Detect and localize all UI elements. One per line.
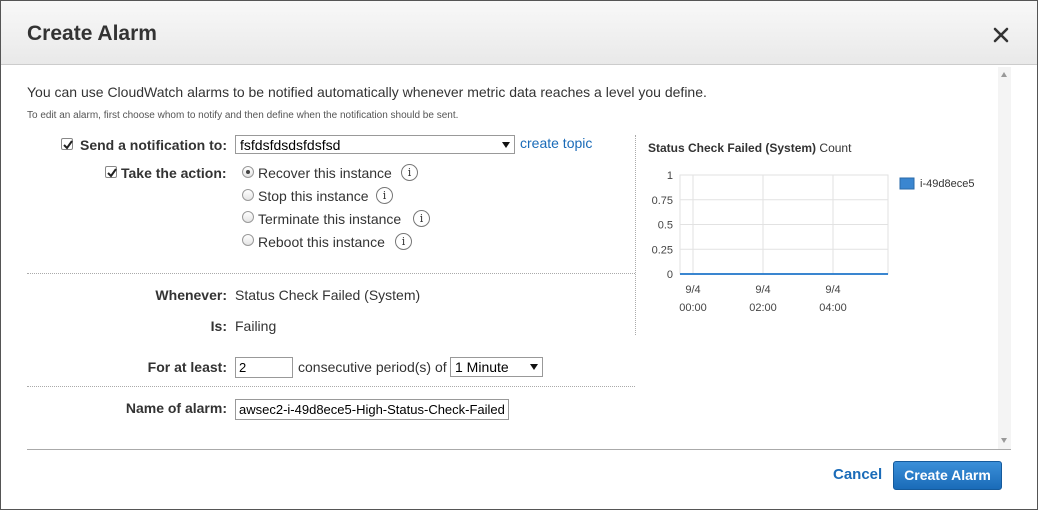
scroll-up-arrow-icon[interactable] <box>1001 72 1007 77</box>
radio-recover[interactable] <box>242 166 254 178</box>
create-alarm-dialog: Create Alarm You can use CloudWatch alar… <box>0 0 1038 510</box>
checkmark-icon <box>107 168 117 178</box>
y-tick-label: 0.75 <box>652 195 673 207</box>
reboot-info-icon[interactable]: i <box>395 233 412 250</box>
notification-label: Send a notification to: <box>80 137 227 153</box>
is-value: Failing <box>235 318 277 334</box>
radio-terminate[interactable] <box>242 211 254 223</box>
stop-info-icon[interactable]: i <box>376 187 393 204</box>
y-axis-ticks: 1 0.75 0.5 0.25 0 <box>652 170 673 281</box>
period-unit-select[interactable]: 1 Minute <box>450 357 543 377</box>
scrollbar[interactable] <box>998 67 1011 449</box>
notification-checkbox[interactable] <box>61 138 73 150</box>
radio-reboot[interactable] <box>242 234 254 246</box>
dropdown-arrow-icon <box>502 142 510 148</box>
scroll-down-arrow-icon[interactable] <box>1001 438 1007 443</box>
radio-recover-label: Recover this instance <box>258 165 392 181</box>
create-alarm-button[interactable]: Create Alarm <box>893 461 1002 490</box>
dialog-header: Create Alarm <box>1 1 1037 65</box>
footer-divider <box>27 449 1011 450</box>
close-icon <box>993 27 1009 43</box>
radio-reboot-label: Reboot this instance <box>258 234 385 250</box>
x-axis-ticks: 9/4 00:00 9/4 02:00 9/4 04:00 <box>679 284 847 314</box>
section-divider <box>27 273 635 274</box>
topic-select[interactable]: fsfdsfdsdsfdsfsd <box>235 135 515 154</box>
dropdown-arrow-icon <box>530 364 538 370</box>
y-tick-label: 0.5 <box>658 220 673 232</box>
x-tick-date-label: 9/4 <box>825 284 840 296</box>
intro-subtext: To edit an alarm, first choose whom to n… <box>27 110 459 121</box>
chart-grid <box>679 174 889 275</box>
y-tick-label: 0.25 <box>652 244 673 256</box>
x-tick-time-label: 04:00 <box>819 302 847 314</box>
x-tick-time-label: 00:00 <box>679 302 707 314</box>
metric-chart: 1 0.75 0.5 0.25 0 9/4 00:00 9/4 02:00 9/4 04:00 i… <box>652 170 975 314</box>
for-at-least-label: For at least: <box>147 359 227 375</box>
dialog-title: Create Alarm <box>27 22 157 45</box>
chart-title-main: Status Check Failed (System) <box>648 141 817 155</box>
period-unit-value: 1 Minute <box>455 359 509 375</box>
radio-terminate-label: Terminate this instance <box>258 211 402 227</box>
topic-select-value: fsfdsfdsdsfdsfsd <box>240 137 341 153</box>
section-divider <box>27 386 635 387</box>
alarm-name-label: Name of alarm: <box>125 400 227 416</box>
cancel-button[interactable]: Cancel <box>833 466 882 483</box>
panel-divider <box>635 135 636 335</box>
is-label: Is: <box>210 318 227 334</box>
chart-title-unit: Count <box>819 141 852 155</box>
periods-input[interactable]: 2 <box>235 357 293 378</box>
whenever-value: Status Check Failed (System) <box>235 287 421 303</box>
action-label: Take the action: <box>121 165 227 181</box>
y-tick-label: 1 <box>667 170 673 182</box>
create-topic-link[interactable]: create topic <box>520 135 592 151</box>
x-tick-time-label: 02:00 <box>749 302 777 314</box>
action-checkbox[interactable] <box>105 166 117 178</box>
periods-text: consecutive period(s) of <box>298 359 447 375</box>
x-tick-date-label: 9/4 <box>685 284 700 296</box>
terminate-info-icon[interactable]: i <box>413 210 430 227</box>
alarm-name-input[interactable]: awsec2-i-49d8ece5-High-Status-Check-Fail… <box>235 399 509 420</box>
radio-stop-label: Stop this instance <box>258 188 369 204</box>
close-button[interactable] <box>987 21 1015 49</box>
chart-legend: i-49d8ece5 <box>899 177 974 190</box>
recover-info-icon[interactable]: i <box>401 164 418 181</box>
y-tick-label: 0 <box>667 269 673 281</box>
radio-stop[interactable] <box>242 189 254 201</box>
x-tick-date-label: 9/4 <box>755 284 770 296</box>
chart-title: Status Check Failed (System) Count <box>648 141 851 155</box>
intro-text: You can use CloudWatch alarms to be noti… <box>27 84 707 100</box>
whenever-label: Whenever: <box>155 287 227 303</box>
legend-swatch <box>899 177 915 190</box>
checkmark-icon <box>63 140 73 150</box>
legend-label: i-49d8ece5 <box>920 178 974 190</box>
